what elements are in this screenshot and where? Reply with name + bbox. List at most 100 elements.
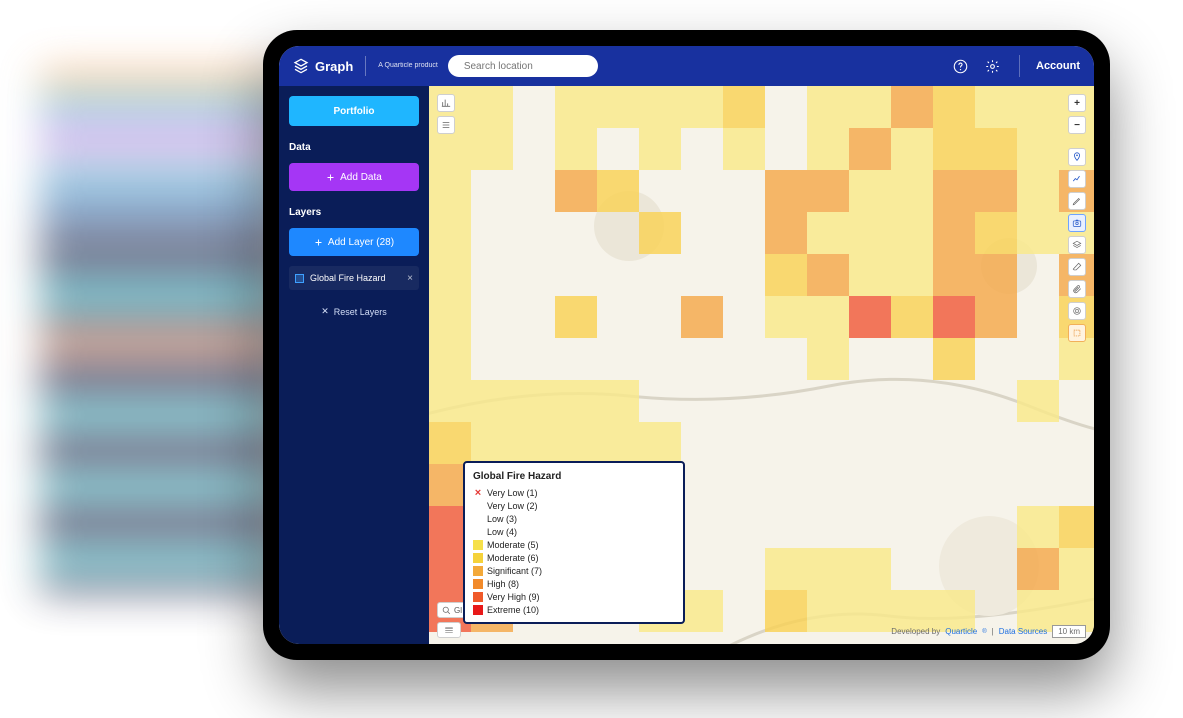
heat-cell — [1059, 506, 1094, 548]
legend-swatch — [473, 553, 483, 563]
add-layer-button[interactable]: Add Layer (28) — [289, 228, 419, 256]
search-input-container[interactable] — [448, 55, 598, 77]
heat-cell — [891, 296, 933, 338]
legend-swatch — [473, 592, 483, 602]
target-tool[interactable] — [1068, 302, 1086, 320]
tablet-frame: Graph A Quarticle product Account Portfo… — [263, 30, 1110, 660]
screenshot-tool[interactable] — [1068, 214, 1086, 232]
layers-tool[interactable] — [1068, 236, 1086, 254]
legend-row: Very Low (2) — [473, 499, 675, 512]
heat-cell — [555, 380, 597, 422]
locate-tool[interactable] — [1068, 148, 1086, 166]
heat-cell — [1017, 548, 1059, 590]
legend-row: Very High (9) — [473, 590, 675, 603]
heat-cell — [891, 212, 933, 254]
heat-cell — [849, 86, 891, 128]
heat-cell — [429, 422, 471, 464]
zoom-out-button[interactable]: − — [1068, 116, 1086, 134]
brand-link[interactable]: Quarticle — [945, 627, 977, 636]
app-screen: Graph A Quarticle product Account Portfo… — [279, 46, 1094, 644]
settings-button[interactable] — [981, 55, 1003, 77]
attach-tool[interactable] — [1068, 280, 1086, 298]
reset-layers-button[interactable]: ✕ Reset Layers — [289, 306, 419, 317]
heat-cell — [723, 128, 765, 170]
heat-cell — [975, 128, 1017, 170]
heat-cell — [933, 338, 975, 380]
heat-cell — [723, 86, 765, 128]
legend-toggle[interactable] — [437, 622, 461, 638]
account-link[interactable]: Account — [1036, 60, 1080, 72]
heat-cell — [975, 86, 1017, 128]
data-sources-link[interactable]: Data Sources — [999, 627, 1047, 636]
heat-cell — [639, 422, 681, 464]
heat-cell — [555, 86, 597, 128]
heat-cell — [765, 254, 807, 296]
legend-row: Moderate (6) — [473, 551, 675, 564]
heat-cell — [807, 548, 849, 590]
heat-cell — [1017, 86, 1059, 128]
gear-icon — [985, 59, 1000, 74]
heat-cell — [1017, 128, 1059, 170]
camera-icon — [1072, 218, 1082, 228]
attribution: Developed by Quarticle® | Data Sources 1… — [891, 625, 1086, 638]
heat-cell — [639, 128, 681, 170]
legend-row: High (8) — [473, 577, 675, 590]
heat-cell — [807, 338, 849, 380]
heat-cell — [1017, 212, 1059, 254]
help-button[interactable] — [949, 55, 971, 77]
legend-panel: Global Fire Hazard ×Very Low (1)Very Low… — [463, 461, 685, 624]
add-data-button[interactable]: Add Data — [289, 163, 419, 191]
layer-remove-icon[interactable]: × — [407, 273, 413, 284]
edit-tool[interactable] — [1068, 192, 1086, 210]
layers-section-header: Layers — [289, 207, 419, 218]
select-tool[interactable] — [1068, 324, 1086, 342]
heat-cell — [933, 296, 975, 338]
plus-icon — [326, 173, 335, 182]
legend-row: ×Very Low (1) — [473, 486, 675, 499]
list-tool[interactable] — [437, 116, 455, 134]
heat-cell — [639, 212, 681, 254]
heat-cell — [933, 170, 975, 212]
heat-cell — [849, 128, 891, 170]
heat-cell — [597, 380, 639, 422]
pin-icon — [1072, 152, 1082, 162]
heat-cell — [681, 86, 723, 128]
heat-cell — [471, 86, 513, 128]
brand-logo-icon — [293, 58, 309, 74]
plus-icon — [314, 238, 323, 247]
portfolio-button[interactable]: Portfolio — [289, 96, 419, 126]
layer-item-fire-hazard[interactable]: Global Fire Hazard × — [289, 266, 419, 290]
heat-cell — [975, 296, 1017, 338]
eraser-tool[interactable] — [1068, 258, 1086, 276]
layer-color-swatch — [295, 274, 304, 283]
data-section-header: Data — [289, 142, 419, 153]
brand-divider — [365, 56, 366, 76]
heat-cell — [429, 296, 471, 338]
heat-cell — [891, 170, 933, 212]
scale-bar: 10 km — [1052, 625, 1086, 638]
heat-cell — [429, 212, 471, 254]
heat-cell — [555, 422, 597, 464]
heat-cell — [765, 590, 807, 632]
topbar: Graph A Quarticle product Account — [279, 46, 1094, 86]
heat-cell — [681, 296, 723, 338]
heat-cell — [807, 86, 849, 128]
zoom-in-button[interactable]: + — [1068, 94, 1086, 112]
heat-cell — [849, 590, 891, 632]
heat-cell — [933, 86, 975, 128]
heat-cell — [1017, 506, 1059, 548]
help-icon — [953, 59, 968, 74]
search-input[interactable] — [464, 61, 596, 72]
trend-tool[interactable] — [1068, 170, 1086, 188]
legend-swatch — [473, 540, 483, 550]
heat-cell — [807, 296, 849, 338]
heat-cell — [807, 254, 849, 296]
heat-cell — [807, 128, 849, 170]
map-canvas[interactable]: + − Gl Gl — [429, 86, 1094, 644]
left-tool-column — [437, 94, 455, 134]
chart-tool[interactable] — [437, 94, 455, 112]
heat-cell — [639, 86, 681, 128]
line-chart-icon — [1072, 174, 1082, 184]
heat-cell — [681, 590, 723, 632]
brand: Graph A Quarticle product — [293, 56, 438, 76]
